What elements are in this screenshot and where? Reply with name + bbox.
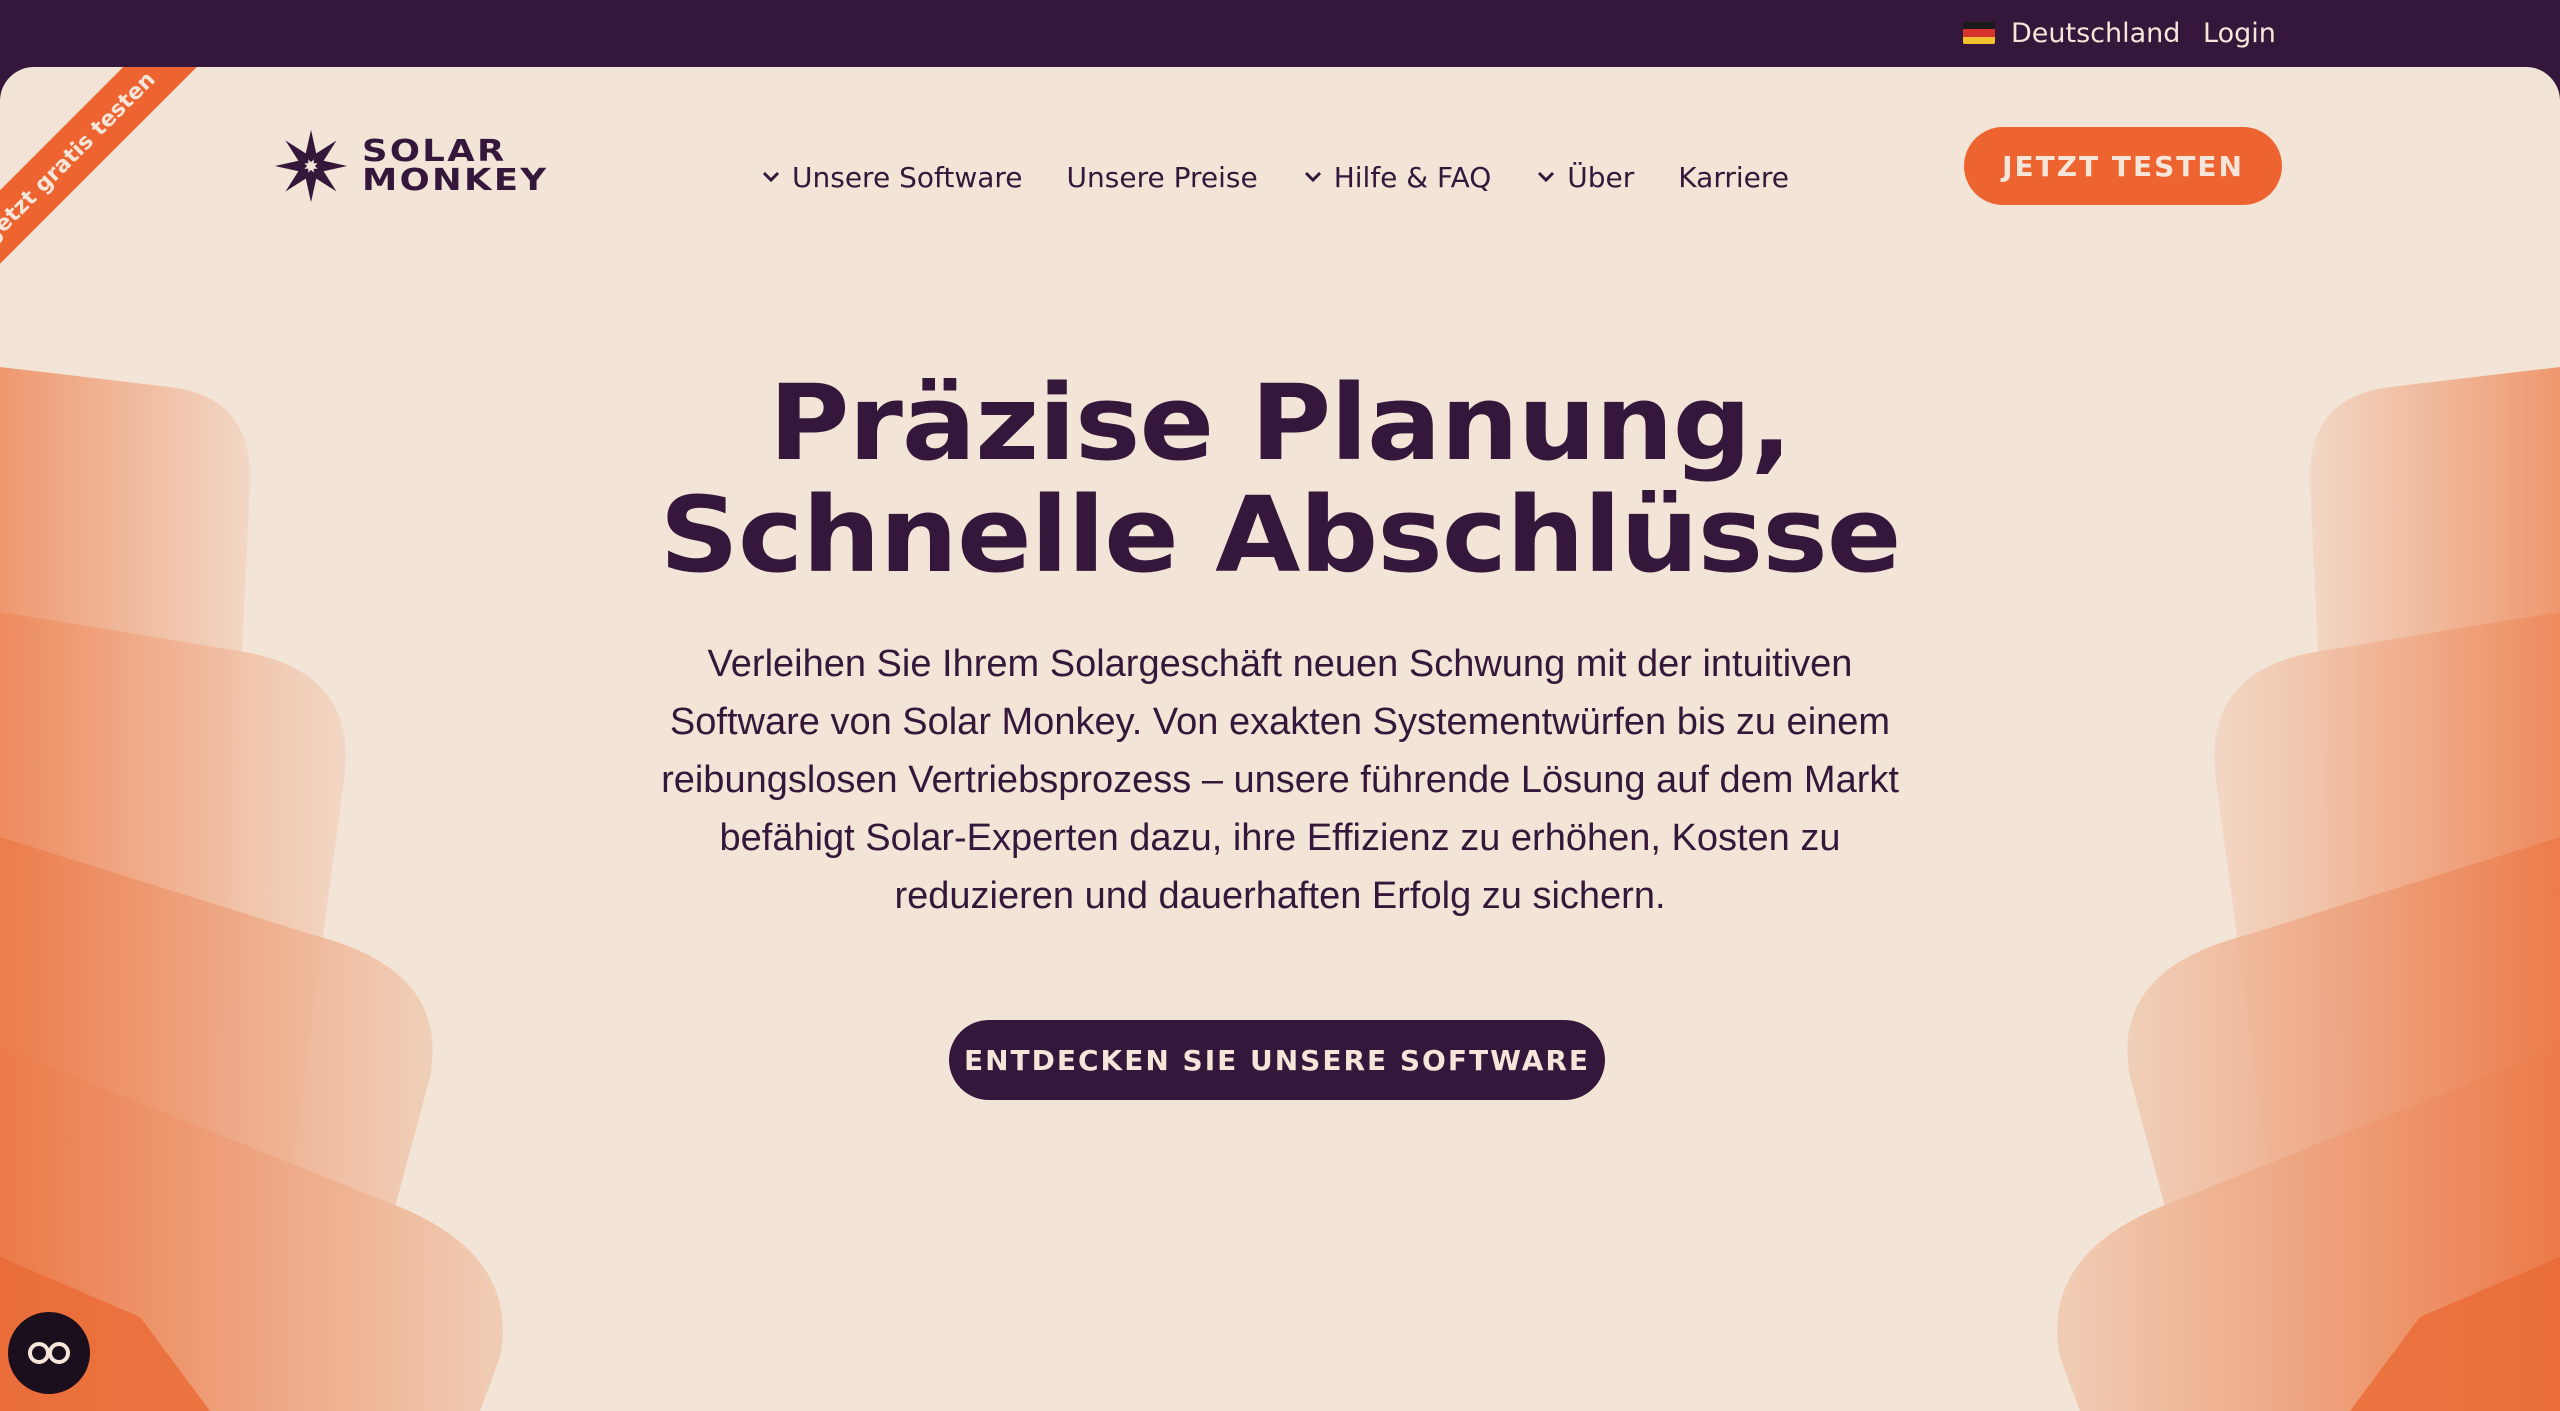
chevron-down-icon xyxy=(762,171,780,183)
nav-item-help[interactable]: Hilfe & FAQ xyxy=(1302,160,1492,194)
nav-item-software[interactable]: Unsere Software xyxy=(760,161,1023,194)
logo-wordmark: SOLAR MONKEY xyxy=(362,134,549,198)
country-label: Deutschland xyxy=(2011,17,2181,49)
nav-item-label: Unsere Preise xyxy=(1066,160,1258,194)
nav-item-careers[interactable]: Karriere xyxy=(1678,161,1789,194)
nav-item-pricing[interactable]: Unsere Preise xyxy=(1067,161,1258,194)
germany-flag-icon xyxy=(1963,22,1995,44)
logo-line-1: SOLAR xyxy=(362,134,507,169)
hero-subtitle: Verleihen Sie Ihrem Solargeschäft neuen … xyxy=(661,643,1899,917)
logo[interactable]: SOLAR MONKEY xyxy=(272,127,546,205)
login-link[interactable]: Login xyxy=(2203,16,2276,50)
nav-item-label: Hilfe & FAQ xyxy=(1333,160,1492,194)
hero-title-line-2: Schnelle Abschlüsse xyxy=(659,474,1901,596)
solar-monkey-star-icon xyxy=(274,129,348,203)
logo-line-2: MONKEY xyxy=(362,163,549,198)
nav-item-label: Über xyxy=(1567,160,1635,194)
nav-item-label: Karriere xyxy=(1678,160,1789,194)
accessibility-glasses-icon xyxy=(28,1342,70,1364)
accessibility-button[interactable] xyxy=(8,1312,90,1394)
hero-title-line-1: Präzise Planung, xyxy=(768,362,1793,484)
country-selector[interactable]: Deutschland xyxy=(1963,16,2180,50)
free-trial-ribbon-wrap: Jetzt gratis testen xyxy=(0,67,240,307)
chevron-down-icon xyxy=(1304,171,1321,183)
top-utility-bar: Deutschland Login xyxy=(0,0,2560,67)
nav-item-label: Unsere Software xyxy=(792,160,1023,194)
hero-title: Präzise Planung, Schnelle Abschlüsse xyxy=(326,367,2234,591)
main-page: Jetzt gratis testen SOLAR MONKEY Unsere … xyxy=(0,67,2560,1411)
discover-software-button[interactable]: ENTDECKEN SIE UNSERE SOFTWARE xyxy=(949,1020,1605,1100)
chevron-down-icon xyxy=(1538,171,1555,183)
free-trial-ribbon[interactable]: Jetzt gratis testen xyxy=(0,67,197,280)
main-nav: Unsere Software Unsere Preise Hilfe & FA… xyxy=(760,147,1789,207)
try-now-button[interactable]: JETZT TESTEN xyxy=(1964,127,2282,205)
nav-item-about[interactable]: Über xyxy=(1535,161,1634,194)
